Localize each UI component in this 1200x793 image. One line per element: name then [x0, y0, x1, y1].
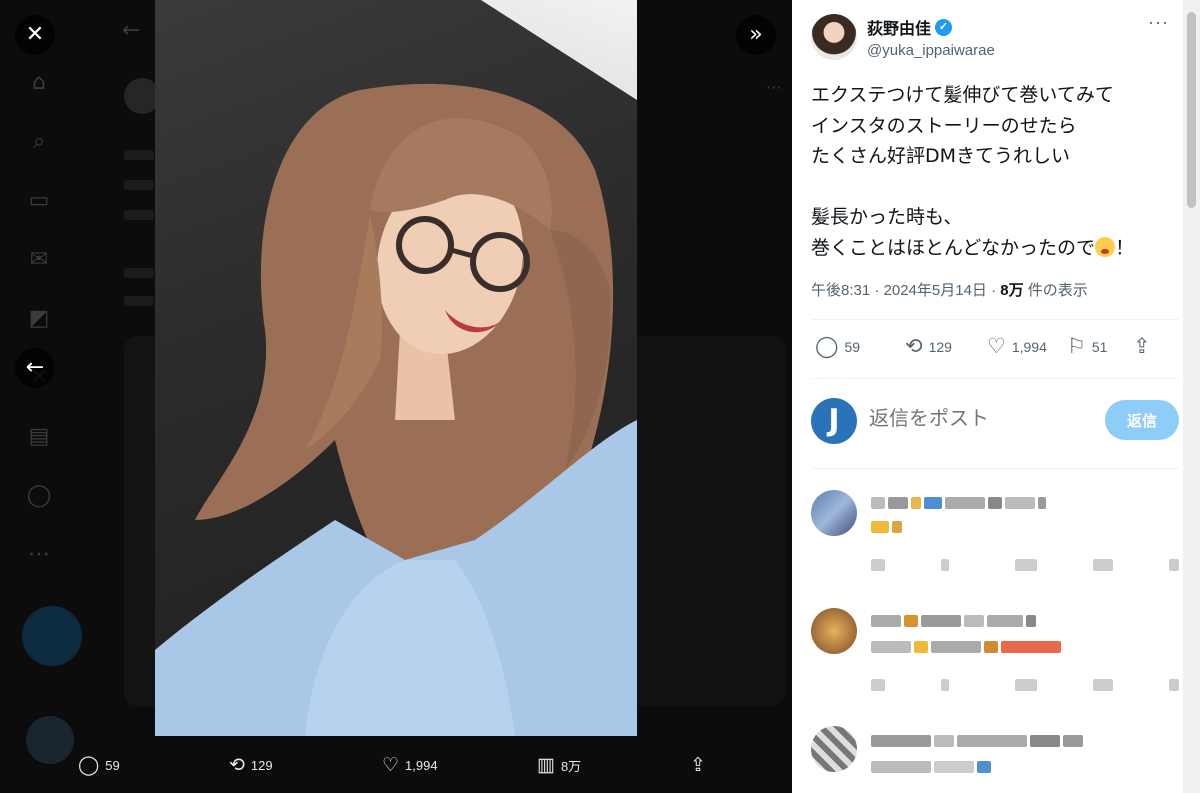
media-photo[interactable]	[155, 0, 637, 736]
reply-avatar[interactable]	[811, 726, 857, 772]
like-count: 1,994	[1011, 338, 1047, 355]
obscured-text	[871, 640, 1061, 654]
reply-item-obscured[interactable]	[811, 608, 1179, 708]
obscured-actions	[871, 558, 1179, 572]
tweet-detail-panel: 荻野由佳 ✓ @yuka_ippaiwarae ··· エクステつけて髪伸びて巻…	[792, 0, 1200, 793]
reply-composer: J 返信	[811, 396, 1179, 446]
obscured-text	[871, 520, 902, 534]
more-dots-icon: ···	[766, 78, 782, 97]
heart-icon: ♡	[987, 335, 1006, 358]
bookmark-icon: ⚐	[1067, 335, 1086, 358]
media-repost-button[interactable]: ⟲ 129	[229, 754, 273, 777]
home-icon: ⌂	[32, 70, 46, 95]
heart-icon: ♡	[382, 755, 400, 776]
author-name-row[interactable]: 荻野由佳 ✓	[867, 15, 995, 39]
media-views-button[interactable]: ▥ 8万	[537, 754, 581, 777]
tweet-meta: 午後8:31 · 2024年5月14日 · 8万 件の表示	[811, 279, 1088, 300]
repost-icon: ⟲	[905, 335, 923, 358]
dimmed-text-line	[124, 180, 154, 190]
bar-chart-icon: ▥	[537, 755, 555, 776]
lists-icon: ▤	[28, 424, 50, 449]
messages-icon: ✉	[29, 247, 49, 272]
bookmark-count: 51	[1091, 338, 1108, 355]
divider	[811, 319, 1179, 320]
close-icon: ✕	[25, 22, 45, 47]
media-share-button[interactable]: ⇪	[690, 754, 712, 777]
author-header: 荻野由佳 ✓ @yuka_ippaiwarae	[811, 14, 995, 60]
repost-button[interactable]: ⟲ 129	[905, 334, 952, 359]
dimmed-text-line	[124, 296, 154, 306]
reply-item-obscured[interactable]	[811, 726, 1171, 793]
flushed-face-emoji-icon	[1095, 236, 1116, 257]
more-options-button[interactable]: ···	[1148, 12, 1169, 33]
photo-illustration	[155, 83, 637, 736]
more-icon: ⋯	[28, 542, 50, 567]
dimmed-text-line	[124, 150, 154, 160]
dimmed-media	[636, 336, 786, 706]
media-repost-count: 129	[250, 758, 273, 773]
divider	[811, 468, 1179, 469]
share-icon: ⇪	[1133, 335, 1151, 358]
scrollbar-thumb[interactable]	[1187, 12, 1196, 208]
tweet-text-end: ！	[1115, 236, 1135, 259]
bookmark-button[interactable]: ⚐ 51	[1067, 334, 1107, 359]
reply-avatar[interactable]	[811, 608, 857, 654]
reply-icon: ◯	[815, 335, 839, 358]
current-user-avatar[interactable]: J	[811, 398, 857, 444]
tweet-text: エクステつけて髪伸びて巻いてみて インスタのストーリーのせたら たくさん好評DM…	[811, 80, 1171, 263]
tweet-actions: ◯ 59 ⟲ 129 ♡ 1,994 ⚐ 51 ⇪	[811, 334, 1171, 364]
reply-avatar[interactable]	[811, 490, 857, 536]
media-reply-button[interactable]: ◯ 59	[78, 754, 120, 777]
obscured-text	[871, 760, 991, 774]
dimmed-text-line	[124, 210, 154, 220]
media-stats-bar: ◯ 59 ⟲ 129 ♡ 1,994 ▥ 8万 ⇪	[0, 744, 792, 790]
tweet-timestamp[interactable]: 午後8:31 · 2024年5月14日 ·	[811, 282, 1000, 299]
back-arrow-icon: ←	[122, 18, 141, 43]
like-button[interactable]: ♡ 1,994	[987, 334, 1047, 359]
reply-item-obscured[interactable]	[811, 490, 1179, 590]
share-icon: ⇪	[690, 755, 706, 776]
toggle-panel-button[interactable]: »	[736, 15, 776, 55]
media-like-count: 1,994	[405, 758, 438, 773]
search-icon: ⌕	[32, 129, 46, 154]
author-handle[interactable]: @yuka_ippaiwarae	[867, 42, 995, 59]
dimmed-text-line	[124, 268, 154, 278]
background-nav: ⌂ ⌕ ▭ ✉ ◩ ✕ ▤ ◯ ⋯	[26, 70, 78, 601]
media-reply-count: 59	[105, 758, 120, 773]
author-avatar[interactable]	[811, 14, 857, 60]
reply-button[interactable]: ◯ 59	[815, 334, 860, 359]
tweet-views-label: 件の表示	[1023, 282, 1088, 299]
close-viewer-button[interactable]: ✕	[15, 15, 55, 55]
repost-count: 129	[928, 338, 952, 355]
obscured-text	[871, 734, 1083, 748]
double-chevron-right-icon: »	[749, 22, 763, 47]
share-button[interactable]: ⇪	[1133, 334, 1157, 359]
notifications-icon: ▭	[28, 188, 50, 213]
dimmed-media	[124, 336, 156, 706]
divider	[811, 378, 1179, 379]
reply-icon: ◯	[78, 755, 100, 776]
media-like-button[interactable]: ♡ 1,994	[382, 754, 438, 777]
tweet-body: エクステつけて髪伸びて巻いてみて インスタのストーリーのせたら たくさん好評DM…	[811, 84, 1114, 259]
arrow-left-icon: ←	[25, 355, 45, 380]
compose-button-dimmed	[22, 606, 82, 666]
obscured-text	[871, 496, 1046, 510]
verified-badge-icon: ✓	[935, 18, 953, 36]
media-views-count: 8万	[560, 759, 582, 774]
reply-count: 59	[844, 338, 861, 355]
panel-scrollbar[interactable]	[1183, 0, 1200, 793]
previous-media-button[interactable]: ←	[15, 348, 55, 388]
reply-submit-button[interactable]: 返信	[1105, 400, 1179, 440]
tweet-views-count: 8万	[1000, 282, 1024, 299]
obscured-actions	[871, 678, 1179, 692]
profile-icon: ◯	[26, 483, 52, 508]
reply-input[interactable]	[869, 406, 1069, 430]
obscured-text	[871, 614, 1036, 628]
author-names: 荻野由佳 ✓ @yuka_ippaiwarae	[867, 15, 995, 60]
author-name[interactable]: 荻野由佳	[867, 15, 931, 39]
repost-icon: ⟲	[229, 755, 245, 776]
grok-icon: ◩	[28, 306, 50, 331]
